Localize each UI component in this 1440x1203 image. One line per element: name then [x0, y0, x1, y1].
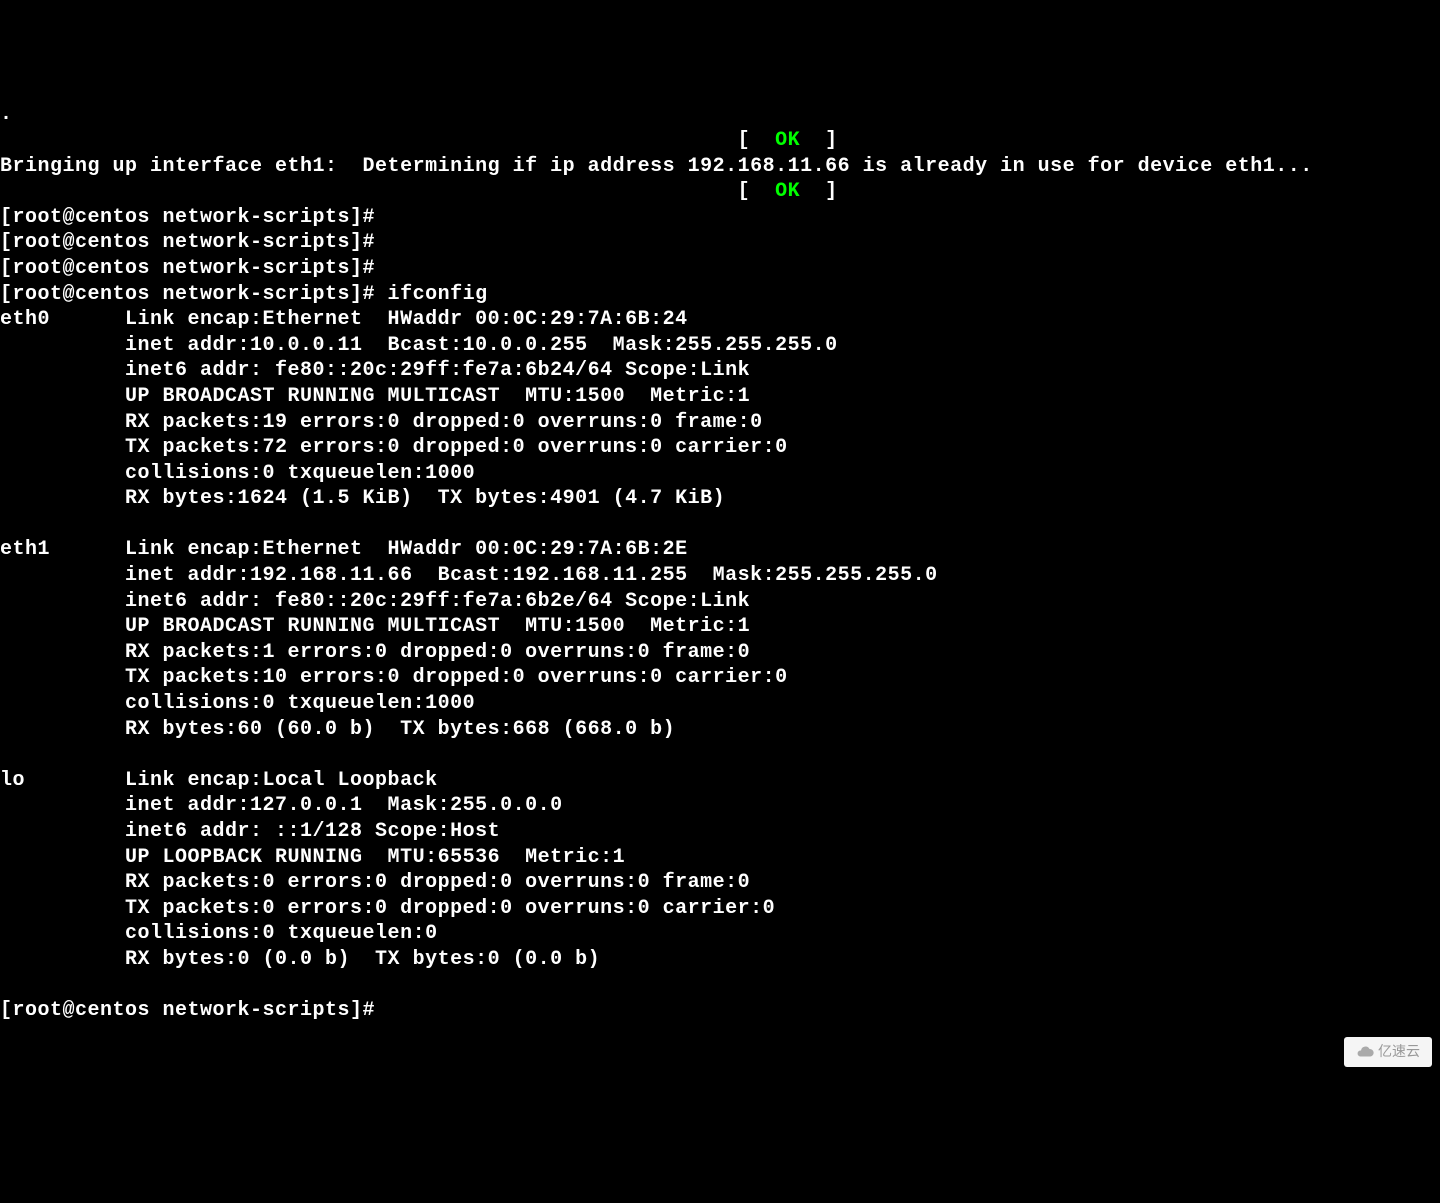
- eth0-flags: UP BROADCAST RUNNING MULTICAST MTU:1500 …: [0, 385, 750, 408]
- lo-flags: UP LOOPBACK RUNNING MTU:65536 Metric:1: [0, 846, 625, 869]
- lo-rx-packets: RX packets:0 errors:0 dropped:0 overruns…: [0, 871, 750, 894]
- eth0-rx-packets: RX packets:19 errors:0 dropped:0 overrun…: [0, 411, 763, 434]
- ok-status-2: OK: [775, 180, 800, 203]
- lo-bytes: RX bytes:0 (0.0 b) TX bytes:0 (0.0 b): [0, 948, 600, 971]
- prompt-ifconfig: [root@centos network-scripts]# ifconfig: [0, 283, 488, 306]
- cloud-icon: [1356, 1043, 1374, 1061]
- eth0-link: eth0 Link encap:Ethernet HWaddr 00:0C:29…: [0, 308, 688, 331]
- eth0-collisions: collisions:0 txqueuelen:1000: [0, 462, 475, 485]
- status-prefix-2: [: [0, 180, 775, 203]
- eth1-bytes: RX bytes:60 (60.0 b) TX bytes:668 (668.0…: [0, 718, 675, 741]
- eth1-flags: UP BROADCAST RUNNING MULTICAST MTU:1500 …: [0, 615, 750, 638]
- lo-link: lo Link encap:Local Loopback: [0, 769, 438, 792]
- eth0-inet6: inet6 addr: fe80::20c:29ff:fe7a:6b24/64 …: [0, 359, 750, 382]
- status-suffix: ]: [800, 129, 838, 152]
- watermark-badge: 亿速云: [1344, 1037, 1432, 1067]
- watermark-text: 亿速云: [1378, 1043, 1420, 1061]
- lo-inet6: inet6 addr: ::1/128 Scope:Host: [0, 820, 500, 843]
- lo-inet: inet addr:127.0.0.1 Mask:255.0.0.0: [0, 794, 563, 817]
- bringing-up-eth1: Bringing up interface eth1: Determining …: [0, 155, 1313, 178]
- eth0-bytes: RX bytes:1624 (1.5 KiB) TX bytes:4901 (4…: [0, 487, 725, 510]
- status-dot: .: [0, 103, 13, 126]
- prompt-line: [root@centos network-scripts]#: [0, 999, 375, 1022]
- lo-tx-packets: TX packets:0 errors:0 dropped:0 overruns…: [0, 897, 775, 920]
- eth1-rx-packets: RX packets:1 errors:0 dropped:0 overruns…: [0, 641, 750, 664]
- eth1-link: eth1 Link encap:Ethernet HWaddr 00:0C:29…: [0, 538, 688, 561]
- eth1-tx-packets: TX packets:10 errors:0 dropped:0 overrun…: [0, 666, 788, 689]
- status-suffix-2: ]: [800, 180, 838, 203]
- ok-status: OK: [775, 129, 800, 152]
- eth1-inet: inet addr:192.168.11.66 Bcast:192.168.11…: [0, 564, 938, 587]
- prompt-line: [root@centos network-scripts]#: [0, 257, 375, 280]
- eth1-inet6: inet6 addr: fe80::20c:29ff:fe7a:6b2e/64 …: [0, 590, 750, 613]
- lo-collisions: collisions:0 txqueuelen:0: [0, 922, 438, 945]
- terminal-output[interactable]: . [ OK ] Bringing up interface eth1: Det…: [0, 102, 1440, 1023]
- eth0-inet: inet addr:10.0.0.11 Bcast:10.0.0.255 Mas…: [0, 334, 838, 357]
- eth1-collisions: collisions:0 txqueuelen:1000: [0, 692, 475, 715]
- prompt-line: [root@centos network-scripts]#: [0, 231, 375, 254]
- eth0-tx-packets: TX packets:72 errors:0 dropped:0 overrun…: [0, 436, 788, 459]
- status-prefix: [: [0, 129, 775, 152]
- prompt-line: [root@centos network-scripts]#: [0, 206, 375, 229]
